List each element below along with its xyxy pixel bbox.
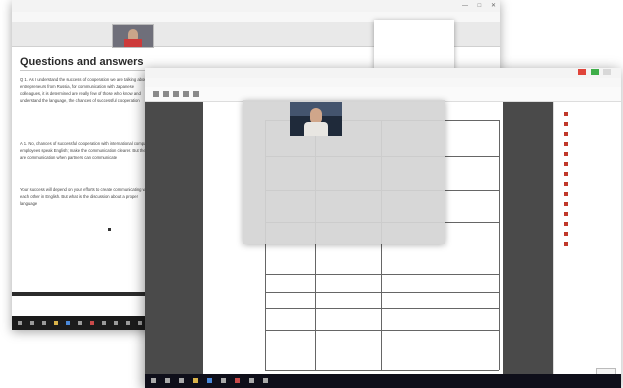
pdf-icon <box>564 202 568 206</box>
app-icon[interactable] <box>78 321 82 325</box>
tool-item[interactable] <box>564 152 572 156</box>
app-icon[interactable] <box>126 321 130 325</box>
table-cell <box>317 276 379 290</box>
table-cell <box>383 332 497 368</box>
minimize-icon[interactable] <box>603 69 611 75</box>
browser-icon[interactable] <box>207 378 212 383</box>
search-icon[interactable] <box>165 378 170 383</box>
table-cell <box>383 276 497 290</box>
divider <box>20 70 155 71</box>
app-icon[interactable] <box>221 378 226 383</box>
pdf-icon <box>564 172 568 176</box>
pdf-icon <box>564 112 568 116</box>
tool-item[interactable] <box>564 142 572 146</box>
table-cell <box>383 310 497 328</box>
back-taskbar <box>12 316 152 330</box>
pdf-icon <box>564 162 568 166</box>
taskbar <box>145 374 621 388</box>
search-icon[interactable] <box>30 321 34 325</box>
table-cell <box>267 332 313 368</box>
tool-item[interactable] <box>564 232 572 236</box>
close-icon[interactable]: ✕ <box>491 3 496 9</box>
pdf-icon <box>564 132 568 136</box>
print-icon[interactable] <box>173 91 179 97</box>
tool-item[interactable] <box>564 222 572 226</box>
back-window-titlebar: — □ ✕ <box>12 0 500 12</box>
pdf-icon <box>564 222 568 226</box>
participant-head <box>310 108 322 123</box>
pdf-icon <box>564 142 568 146</box>
pdf-icon <box>564 212 568 216</box>
tool-item[interactable] <box>564 172 572 176</box>
zoom-icon[interactable] <box>183 91 189 97</box>
minimize-icon[interactable]: — <box>462 3 468 9</box>
taskview-icon[interactable] <box>42 321 46 325</box>
table-cell <box>317 332 379 368</box>
participant-shirt <box>124 39 142 47</box>
tool-item[interactable] <box>564 212 572 216</box>
participant-body <box>304 122 328 136</box>
paragraph-summary: Your success will depend on your efforts… <box>20 187 151 206</box>
dropdown-menu[interactable] <box>374 20 454 74</box>
app-icon[interactable] <box>138 321 142 325</box>
tool-item[interactable] <box>564 112 572 116</box>
app-icon[interactable] <box>102 321 106 325</box>
back-icon[interactable] <box>153 91 159 97</box>
tool-item[interactable] <box>564 132 572 136</box>
page-title: Questions and answers <box>20 56 144 68</box>
paragraph-q1: Q 1. As I understand the success of coop… <box>20 77 148 103</box>
tool-item[interactable] <box>564 192 572 196</box>
maximize-icon[interactable] <box>590 69 599 75</box>
table-cell <box>267 294 313 306</box>
pdf-app-icon[interactable] <box>235 378 240 383</box>
browser-icon[interactable] <box>66 321 70 325</box>
paragraph-a1: A 1. No, chances of successful cooperati… <box>20 141 155 160</box>
front-window-menubar <box>145 78 621 87</box>
page-icon[interactable] <box>193 91 199 97</box>
folder-icon[interactable] <box>54 321 58 325</box>
taskview-icon[interactable] <box>179 378 184 383</box>
tool-item[interactable] <box>564 182 572 186</box>
app-icon[interactable] <box>249 378 254 383</box>
table-cell <box>317 294 379 306</box>
tool-item[interactable] <box>564 202 572 206</box>
front-window-titlebar <box>145 68 621 78</box>
participant-video[interactable] <box>290 102 342 136</box>
tool-item[interactable] <box>564 122 572 126</box>
table-cell <box>267 310 313 328</box>
forward-icon[interactable] <box>163 91 169 97</box>
video-thumbnail[interactable] <box>112 24 154 48</box>
app-icon[interactable] <box>114 321 118 325</box>
pdf-icon <box>564 122 568 126</box>
participants-panel[interactable] <box>243 100 445 244</box>
cursor-dot <box>108 228 111 231</box>
start-icon[interactable] <box>18 321 22 325</box>
table-cell <box>317 310 379 328</box>
pdf-icon <box>564 192 568 196</box>
folder-icon[interactable] <box>193 378 198 383</box>
pdf-icon <box>564 232 568 236</box>
tool-item[interactable] <box>564 162 572 166</box>
maximize-icon[interactable]: □ <box>478 3 482 9</box>
close-icon[interactable] <box>578 69 587 75</box>
pdf-icon <box>564 182 568 186</box>
right-tools-panel <box>553 102 621 376</box>
pdf-icon <box>564 152 568 156</box>
pdf-app-icon[interactable] <box>90 321 94 325</box>
table-cell <box>383 294 497 306</box>
pdf-icon <box>564 242 568 246</box>
table-cell <box>267 276 313 290</box>
start-icon[interactable] <box>151 378 156 383</box>
app-icon[interactable] <box>263 378 268 383</box>
tool-item[interactable] <box>564 242 572 246</box>
